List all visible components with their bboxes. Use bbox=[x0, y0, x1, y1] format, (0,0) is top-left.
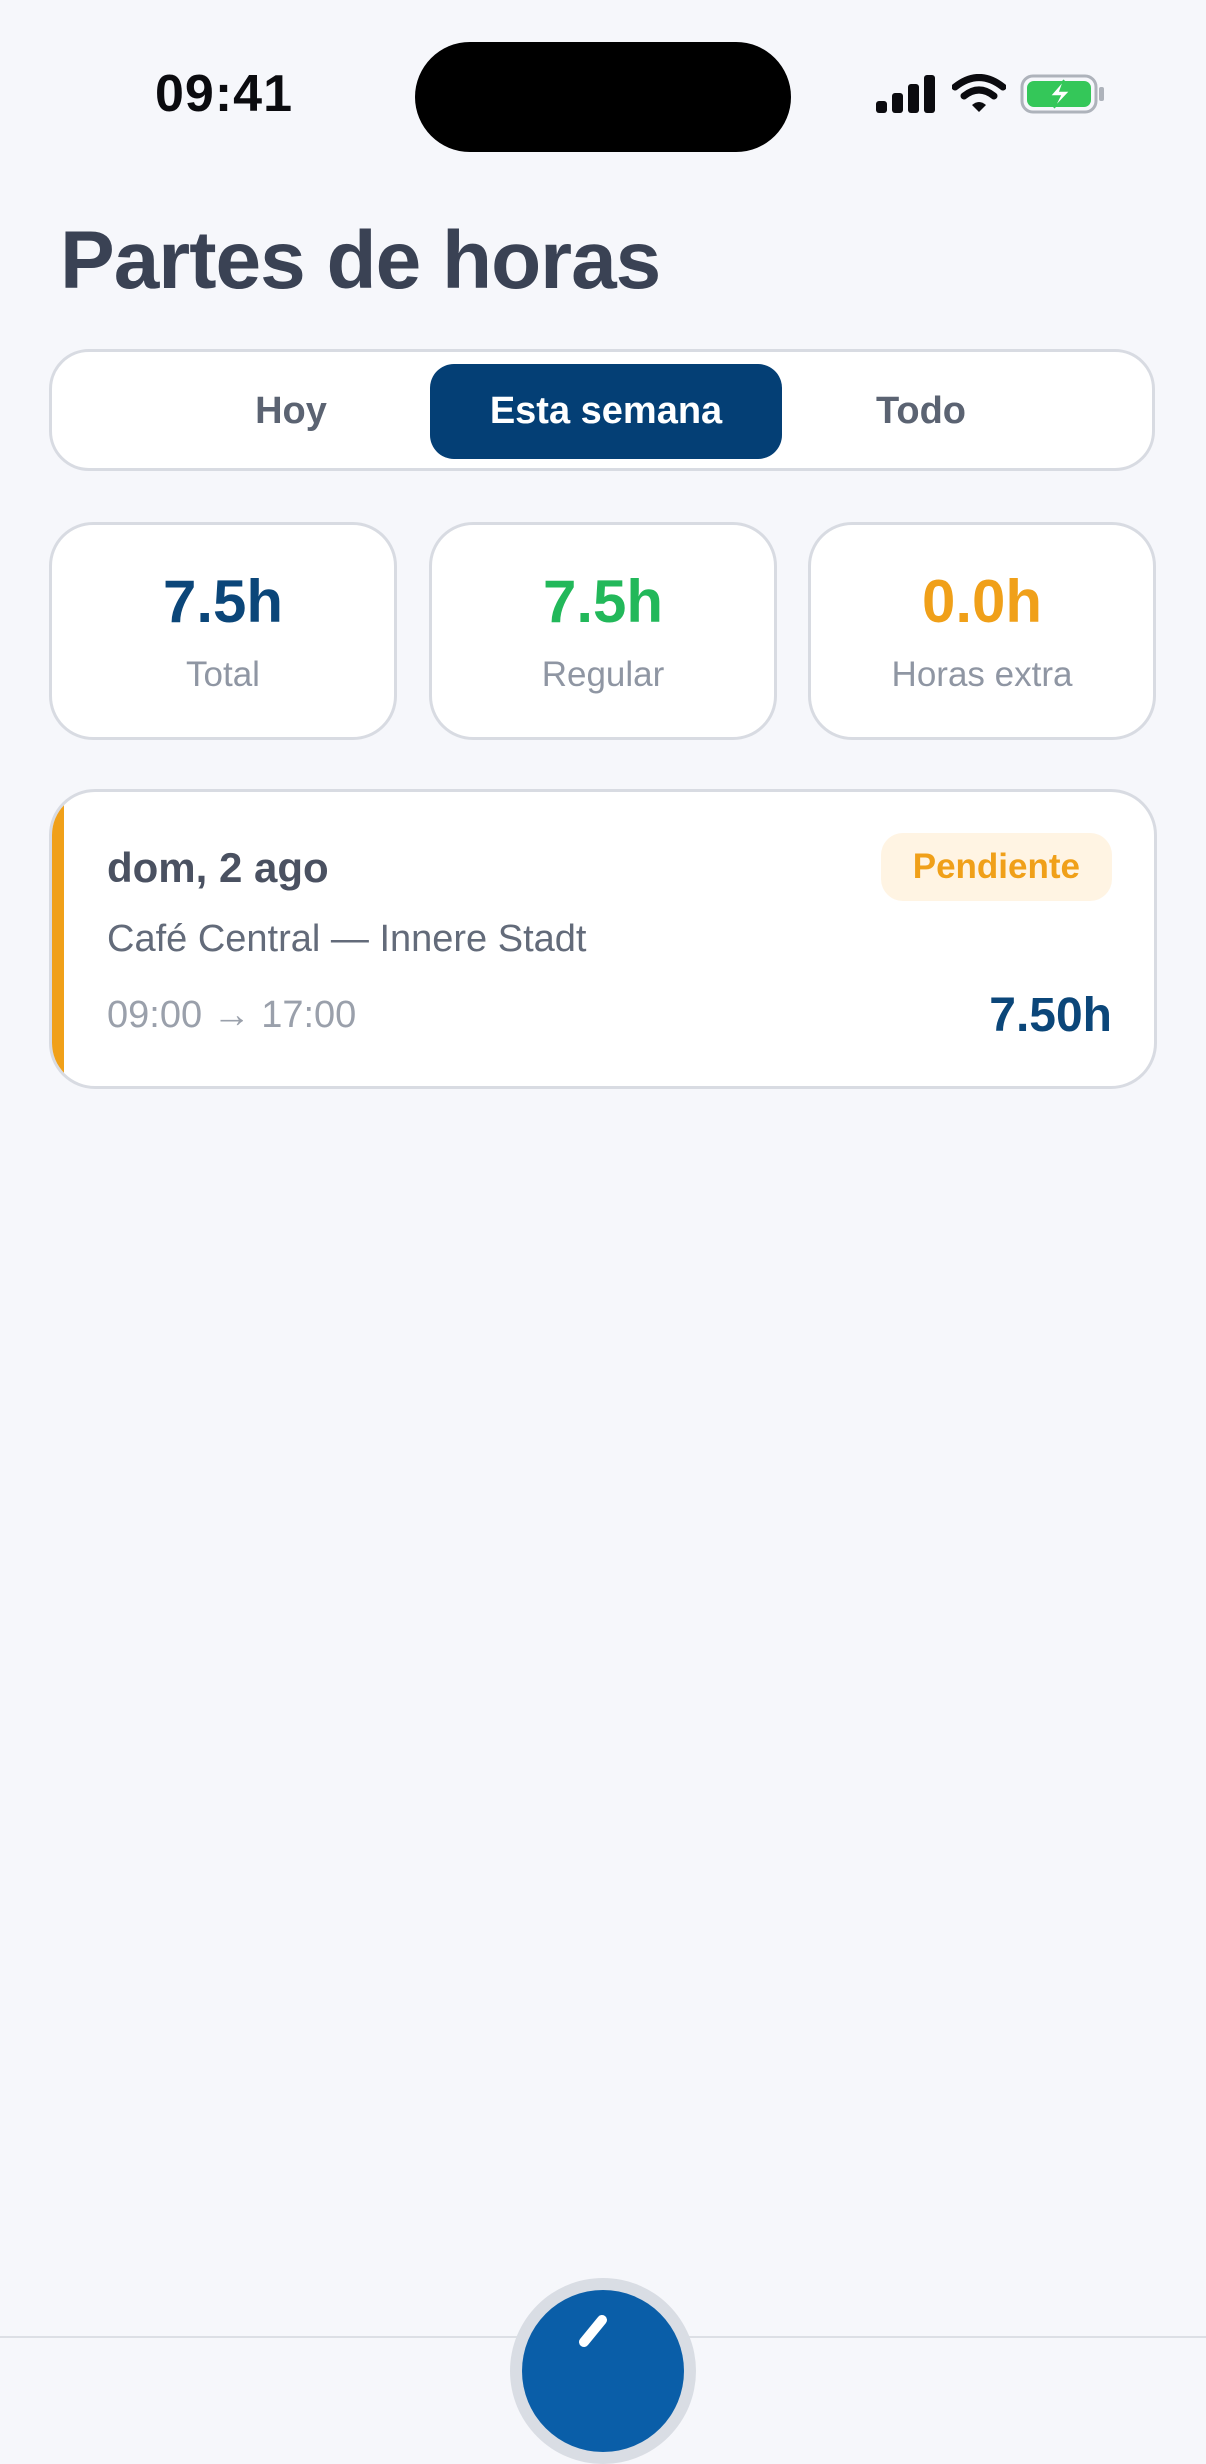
entry-time-range: 09:00 → 17:00 bbox=[107, 994, 357, 1036]
stat-value-overtime: 0.0h bbox=[921, 568, 1043, 635]
stat-card-overtime: 0.0h Horas extra bbox=[808, 522, 1156, 740]
entry-location: Café Central — Innere Stadt bbox=[107, 918, 587, 960]
stat-value-regular: 7.5h bbox=[542, 568, 664, 635]
stat-label-overtime: Horas extra bbox=[891, 655, 1073, 694]
tab-hoy[interactable]: Hoy bbox=[115, 364, 467, 459]
stat-label-total: Total bbox=[186, 655, 260, 694]
battery-charging-icon bbox=[1020, 74, 1106, 119]
period-filter: Hoy Esta semana Todo bbox=[49, 349, 1155, 471]
entry-date: dom, 2 ago bbox=[107, 844, 329, 891]
entry-hours: 7.50h bbox=[989, 989, 1112, 1042]
tab-esta-semana[interactable]: Esta semana bbox=[430, 364, 782, 459]
status-time: 09:41 bbox=[155, 65, 293, 123]
stat-label-regular: Regular bbox=[541, 655, 665, 694]
entry-status-accent bbox=[52, 792, 64, 1086]
dynamic-island bbox=[415, 42, 791, 152]
clock-in-button[interactable] bbox=[522, 2290, 684, 2452]
tab-todo[interactable]: Todo bbox=[745, 364, 1097, 459]
timesheet-entry-card[interactable]: dom, 2 ago Pendiente Café Central — Inne… bbox=[49, 789, 1157, 1089]
stat-value-total: 7.5h bbox=[162, 568, 284, 635]
stat-card-total: 7.5h Total bbox=[49, 522, 397, 740]
clock-icon bbox=[578, 2308, 628, 2353]
status-badge: Pendiente bbox=[880, 833, 1112, 901]
status-bar: 09:41 bbox=[0, 0, 1206, 152]
status-icons bbox=[876, 74, 1106, 119]
page-title: Partes de horas bbox=[60, 215, 661, 306]
stat-card-regular: 7.5h Regular bbox=[429, 522, 777, 740]
wifi-icon bbox=[951, 74, 1007, 119]
signal-icon bbox=[876, 75, 938, 118]
